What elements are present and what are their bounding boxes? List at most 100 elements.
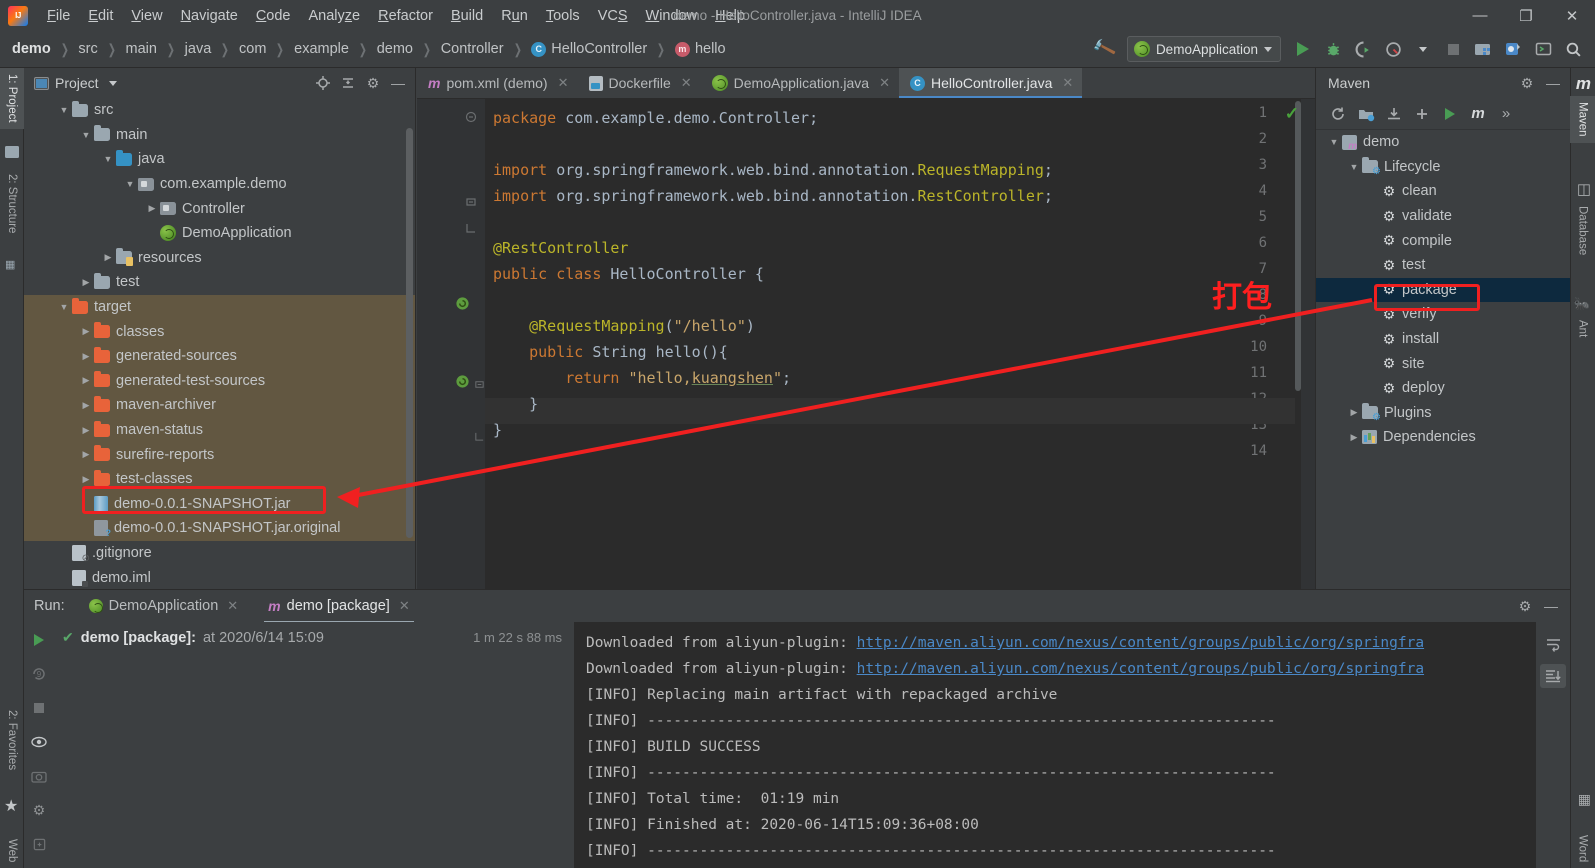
- tree-item[interactable]: ▶demo-0.0.1-SNAPSHOT.jar.original: [24, 516, 415, 541]
- chevron-down-icon[interactable]: ▼: [56, 302, 72, 312]
- maximize-button[interactable]: ❐: [1503, 0, 1549, 31]
- breadcrumb-item-hello[interactable]: m hello: [673, 39, 728, 59]
- hammer-icon[interactable]: 🔨: [1091, 35, 1119, 63]
- minimize-button[interactable]: —: [1457, 0, 1503, 31]
- reload-icon[interactable]: [1326, 102, 1350, 126]
- tree-item[interactable]: ▶demo.iml: [24, 565, 415, 589]
- tree-item[interactable]: ▶.gitignore: [24, 541, 415, 566]
- search-everywhere-icon[interactable]: [1559, 35, 1587, 63]
- chevron-right-icon[interactable]: ▶: [78, 326, 94, 337]
- tree-item[interactable]: ▶ maven-status: [24, 417, 415, 443]
- debug-icon[interactable]: [1319, 35, 1347, 63]
- editor-tab-demoapplication-java[interactable]: DemoApplication.java ✕: [701, 68, 899, 98]
- breadcrumb-item-demo[interactable]: demo: [10, 39, 53, 59]
- menu-tools[interactable]: Tools: [537, 5, 589, 27]
- inspection-ok-icon[interactable]: ✓: [1285, 104, 1299, 124]
- close-button[interactable]: ✕: [1549, 0, 1595, 31]
- chevron-down-icon[interactable]: ▼: [122, 179, 138, 189]
- run-configuration-selector[interactable]: DemoApplication: [1126, 36, 1281, 62]
- hide-icon[interactable]: —: [1540, 595, 1562, 617]
- tree-item[interactable]: ▶ test: [24, 270, 415, 295]
- profile-dropdown-icon[interactable]: [1409, 35, 1437, 63]
- maven-tree-item[interactable]: ▶⚙clean: [1316, 179, 1570, 204]
- spring-mapping-gutter-icon[interactable]: [455, 374, 471, 390]
- scroll-to-end-icon[interactable]: [1540, 664, 1566, 688]
- breadcrumb-item-main[interactable]: main: [123, 39, 158, 59]
- project-scrollbar[interactable]: [406, 128, 413, 538]
- tree-item[interactable]: ▶ Controller: [24, 196, 415, 221]
- menu-window[interactable]: Window: [637, 5, 707, 27]
- sdk-icon[interactable]: [1499, 35, 1527, 63]
- hide-icon[interactable]: —: [387, 72, 409, 94]
- chevron-down-icon[interactable]: ▼: [1346, 162, 1362, 172]
- code-editor[interactable]: 1234567891011121314: [417, 99, 1315, 589]
- maven-tree-item[interactable]: ▶⚙validate: [1316, 204, 1570, 229]
- breadcrumb-item-src[interactable]: src: [76, 39, 99, 59]
- run-result-tree[interactable]: ✔ demo [package]: at 2020/6/14 15:09 1 m…: [54, 622, 574, 868]
- chevron-down-icon[interactable]: ▼: [1326, 137, 1342, 147]
- sidebar-item-maven[interactable]: Maven: [1570, 96, 1595, 143]
- rerun-failed-tests-icon[interactable]: 9: [29, 664, 49, 684]
- close-icon[interactable]: ✕: [399, 598, 410, 614]
- tree-item[interactable]: ▼ main: [24, 123, 415, 148]
- download-sources-icon[interactable]: [1382, 102, 1406, 126]
- soft-wrap-icon[interactable]: [1540, 632, 1566, 656]
- pin-icon[interactable]: [29, 834, 49, 854]
- add-managed-project-icon[interactable]: [1354, 102, 1378, 126]
- run-tab-demo-package[interactable]: m demo [package] ✕: [260, 593, 418, 623]
- menu-build[interactable]: Build: [442, 5, 492, 27]
- chevron-right-icon[interactable]: ▶: [144, 203, 160, 214]
- close-icon[interactable]: ✕: [227, 598, 238, 614]
- locate-icon[interactable]: [312, 72, 334, 94]
- tree-item[interactable]: ▼ target: [24, 294, 415, 320]
- menu-vcs[interactable]: VCS: [589, 5, 637, 27]
- tree-item[interactable]: ▼ com.example.demo: [24, 172, 415, 197]
- gear-icon[interactable]: ⚙: [1514, 595, 1536, 617]
- stop-icon[interactable]: [29, 698, 49, 718]
- tree-item[interactable]: ▶ maven-archiver: [24, 393, 415, 418]
- tree-item[interactable]: ▼ src: [24, 98, 415, 123]
- chevron-right-icon[interactable]: ▶: [78, 375, 94, 386]
- run-icon[interactable]: [1289, 35, 1317, 63]
- console-output[interactable]: Downloaded from aliyun-plugin: http://ma…: [574, 622, 1536, 868]
- toggle-visibility-icon[interactable]: [29, 732, 49, 752]
- breadcrumb-item-controller[interactable]: Controller: [439, 39, 506, 59]
- tree-item[interactable]: ▶ generated-test-sources: [24, 368, 415, 394]
- sidebar-item-word[interactable]: Word: [1570, 829, 1595, 868]
- maven-tree-item[interactable]: ▶⚙test: [1316, 253, 1570, 278]
- chevron-down-icon[interactable]: ▼: [56, 105, 72, 115]
- more-icon[interactable]: »: [1494, 102, 1518, 126]
- project-tree[interactable]: ▼ src ▼ main ▼ java ▼ com.example.demo ▶ Controll…: [24, 98, 415, 589]
- menu-help[interactable]: Help: [706, 5, 754, 27]
- menu-navigate[interactable]: Navigate: [172, 5, 247, 27]
- maven-tree-item[interactable]: ▶ Dependencies: [1316, 425, 1570, 450]
- import-fold-icon[interactable]: [465, 195, 481, 211]
- chevron-right-icon[interactable]: ▶: [78, 277, 94, 288]
- chevron-down-icon[interactable]: ▼: [78, 130, 94, 140]
- menu-refactor[interactable]: Refactor: [369, 5, 442, 27]
- editor-tab-hellocontroller-java[interactable]: C HelloController.java ✕: [898, 68, 1083, 98]
- sidebar-item-web[interactable]: Web: [0, 833, 24, 868]
- chevron-right-icon[interactable]: ▶: [78, 425, 94, 436]
- tree-item[interactable]: ▶ classes: [24, 319, 415, 344]
- maven-tree-item[interactable]: ▶⚙install: [1316, 327, 1570, 352]
- chevron-right-icon[interactable]: ▶: [100, 252, 116, 263]
- tree-item[interactable]: ▶ generated-sources: [24, 343, 415, 369]
- breadcrumb-item-demo[interactable]: demo: [375, 39, 415, 59]
- maven-tree-item[interactable]: ▶⚙site: [1316, 351, 1570, 376]
- editor-scrollbar[interactable]: [1295, 101, 1301, 391]
- gear-icon[interactable]: ⚙: [1516, 72, 1538, 94]
- editor-tab-pom-xml-demo-[interactable]: m pom.xml (demo) ✕: [417, 68, 578, 98]
- chevron-right-icon[interactable]: ▶: [78, 449, 94, 460]
- breadcrumb-item-com[interactable]: com: [237, 39, 268, 59]
- tree-item[interactable]: ▶ surefire-reports: [24, 442, 415, 467]
- maven-tree-item[interactable]: ▶ Plugins: [1316, 401, 1570, 426]
- chevron-right-icon[interactable]: ▶: [1346, 407, 1362, 418]
- editor-marker-column[interactable]: [1301, 99, 1315, 589]
- tree-item[interactable]: ▶ resources: [24, 246, 415, 271]
- sidebar-item-project[interactable]: 1: Project: [0, 68, 24, 129]
- execute-maven-goal-icon[interactable]: m: [1466, 102, 1490, 126]
- gear-icon[interactable]: ⚙: [362, 72, 384, 94]
- chevron-right-icon[interactable]: ▶: [1346, 432, 1362, 443]
- console-link[interactable]: http://maven.aliyun.com/nexus/content/gr…: [857, 635, 1424, 651]
